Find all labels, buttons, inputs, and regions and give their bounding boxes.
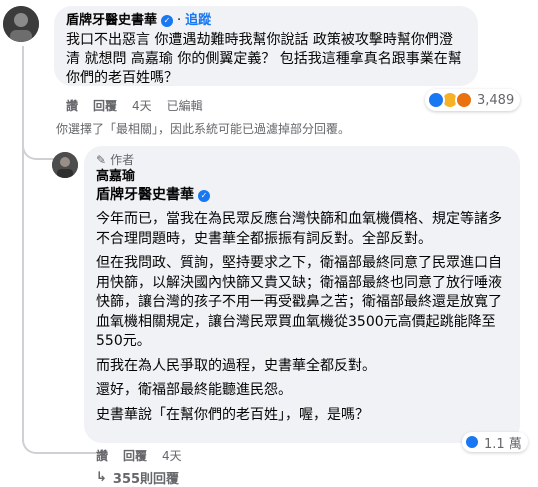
author-tag-label: 作者 [110, 153, 135, 167]
view-more-replies-button[interactable]: ↳ 355則回覆 [96, 468, 179, 487]
more-replies-label: 355則回覆 [112, 472, 180, 487]
like-reaction-icon [464, 434, 480, 450]
edited-label[interactable]: 已編輯 [167, 98, 203, 114]
thread-connector-more [22, 432, 96, 454]
reply-paragraph: 但在我問政、質詢，堅持要求之下，衛福部最終同意了民眾進口自用快篩，以解決國內快篩… [96, 255, 502, 349]
like-button[interactable]: 讚 [96, 448, 108, 464]
pen-icon: ✎ [96, 153, 107, 167]
reply-paragraph: 還好，衛福部最終能聽進民怨。 [96, 382, 292, 398]
comment-timestamp[interactable]: 4天 [132, 98, 152, 114]
verified-badge-icon: ✓ [198, 189, 210, 202]
reply-reactions[interactable]: 1.1 萬 [462, 432, 528, 452]
author-tag: ✎ 作者 [96, 152, 508, 168]
reply-bubble: ✎ 作者 高嘉瑜 盾牌牙醫史書華 ✓ 今年而已，當我在為民眾反應台灣快篩和血氧機… [84, 146, 520, 443]
comment-author[interactable]: 盾牌牙醫史書華 [66, 12, 157, 30]
commenter-avatar[interactable] [3, 6, 39, 42]
comment-reactions[interactable]: 3,489 [425, 89, 521, 111]
follow-button[interactable]: 追蹤 [185, 12, 211, 30]
reply-paragraph: 而我在為人民爭取的過程，史書華全都反對。 [96, 357, 376, 374]
separator-dot: · [177, 13, 182, 28]
comment-actions: 讚 回覆 4天 已編輯 [66, 98, 218, 114]
reply-paragraph: 今年而已，當我在為民眾反應台灣快篩和血氧機價格、規定等諸多不合理問題時，史書華全… [96, 211, 502, 247]
reply-reaction-count: 1.1 萬 [484, 436, 522, 452]
reaction-count: 3,489 [477, 92, 515, 108]
filter-note: 你選擇了「最相關」，因此系統可能已過濾掉部分回覆。 [56, 122, 351, 136]
comment-header: 盾牌牙醫史書華 ✓ · 追蹤 [66, 12, 466, 30]
comment-bubble: 盾牌牙醫史書華 ✓ · 追蹤 我口不出惡言 你遭遇劫難時我幫你說話 政策被攻擊時… [54, 6, 478, 86]
thread-connector [22, 118, 56, 160]
reply-button[interactable]: 回覆 [93, 98, 117, 114]
reply-paragraph: 史書華說「在幫你們的老百姓」，喔，是嗎？ [96, 406, 369, 423]
mentioned-page[interactable]: 盾牌牙醫史書華 ✓ [96, 186, 508, 205]
mentioned-page-name[interactable]: 盾牌牙醫史書華 [96, 186, 194, 205]
verified-badge-icon: ✓ [161, 15, 174, 27]
like-button[interactable]: 讚 [66, 98, 78, 114]
reply-actions: 讚 回覆 4天 [96, 448, 197, 464]
thread-line [22, 46, 24, 442]
comment-text: 我口不出惡言 你遭遇劫難時我幫你說話 政策被攻擊時幫你們澄清 就想問 高嘉瑜 你… [66, 32, 462, 86]
reply-author[interactable]: 高嘉瑜 [96, 168, 508, 186]
reply-timestamp[interactable]: 4天 [162, 448, 182, 464]
angry-reaction-icon [455, 91, 473, 109]
reply-author-avatar[interactable] [52, 152, 78, 178]
like-reaction-icon [427, 91, 445, 109]
reply-arrow-icon: ↳ [96, 470, 107, 485]
reply-button[interactable]: 回覆 [123, 448, 147, 464]
